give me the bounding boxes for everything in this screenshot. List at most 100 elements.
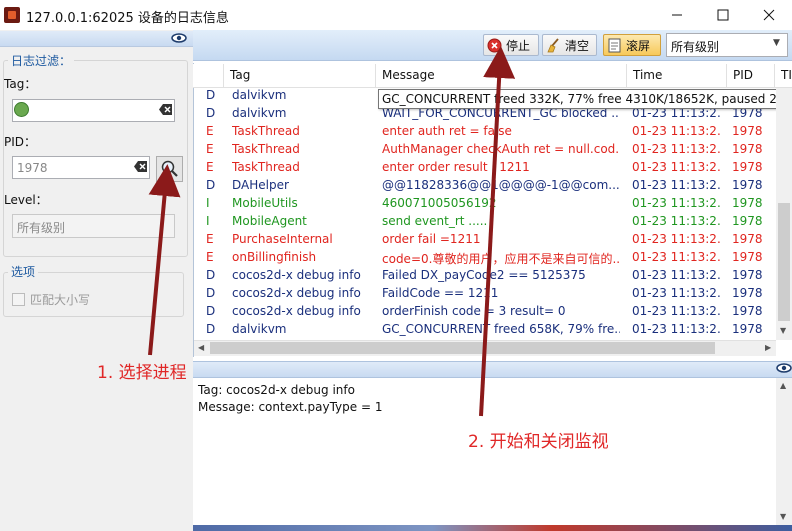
row-time: 01-23 11:13:2... — [632, 250, 720, 264]
table-row[interactable]: Ddalvikvm GC_CONCURRENT freed 658K, 79% f… — [195, 321, 775, 339]
scroll-down-icon[interactable]: ▼ — [780, 326, 786, 335]
column-header-message[interactable]: Message — [375, 64, 626, 88]
row-tag: cocos2d-x debug info — [232, 304, 361, 318]
column-header-ti[interactable]: TI — [774, 64, 792, 88]
row-message: orderFinish code = 3 result= 0 — [382, 304, 566, 318]
row-time: 01-23 11:13:2... — [632, 214, 720, 228]
row-pid: 1978 — [732, 142, 763, 156]
row-pid: 1978 — [732, 232, 763, 246]
minimize-button[interactable] — [654, 0, 700, 30]
row-tag: DAHelper — [232, 178, 289, 192]
row-time: 01-23 11:13:2... — [632, 160, 720, 174]
row-message: FaildCode == 1211 — [382, 286, 499, 300]
table-row[interactable]: D DAHelper @@11828336@@1@@@@-1@@com.... 01-… — [195, 177, 775, 195]
select-process-button[interactable] — [156, 156, 183, 182]
row-message: AuthManager checkAuth ret = null.cod... — [382, 142, 620, 156]
level-combo[interactable]: 所有级别 — [666, 33, 788, 57]
row-tag: TaskThread — [232, 124, 300, 138]
row-pid: 1978 — [732, 322, 763, 336]
row-message: code=0.尊敬的用户，应用不是来自可信的... — [382, 252, 620, 266]
level-label: Level： — [4, 193, 48, 207]
maximize-button[interactable] — [700, 0, 746, 30]
match-case-label: 匹配大小写 — [30, 293, 91, 307]
stop-icon — [487, 38, 502, 52]
row-tag: TaskThread — [232, 160, 300, 174]
row-pid: 1978 — [732, 214, 763, 228]
row-level: I — [206, 214, 210, 228]
table-row[interactable]: Dcocos2d-x debug info orderFinish code = … — [195, 303, 775, 321]
row-level: D — [206, 88, 216, 102]
clear-button[interactable]: 清空 — [542, 34, 597, 56]
column-header-tag[interactable]: Tag — [223, 64, 375, 88]
clear-pid-icon[interactable] — [133, 159, 148, 174]
row-time: 01-23 11:13:2... — [632, 196, 720, 210]
table-row[interactable]: Dcocos2d-x debug info Failed DX_payCode2 … — [195, 267, 775, 285]
scroll-left-icon[interactable]: ◀ — [198, 343, 204, 352]
chevron-down-icon[interactable]: ▼ — [773, 38, 780, 48]
row-message: order fail =1211 — [382, 232, 481, 246]
row-level: D — [206, 178, 216, 192]
row-message: Failed DX_payCode2 == 5125375 — [382, 268, 586, 282]
options-title: 选项 — [8, 263, 39, 280]
annotation-start-stop-monitor: 2. 开始和关闭监视 — [468, 432, 609, 452]
toggle-detail-icon[interactable] — [776, 362, 792, 377]
horizontal-scroll-thumb[interactable] — [210, 342, 715, 354]
row-level: E — [206, 250, 214, 264]
tag-label: Tag： — [4, 77, 37, 91]
level-select[interactable]: 所有级别 — [12, 214, 175, 238]
row-tag: cocos2d-x debug info — [232, 268, 361, 282]
scroll-right-icon[interactable]: ▶ — [765, 343, 771, 352]
magnifier-icon — [161, 160, 178, 177]
broom-icon — [547, 37, 559, 52]
pid-input[interactable]: 1978 — [12, 156, 150, 179]
row-level: E — [206, 124, 214, 138]
match-case-checkbox[interactable] — [12, 293, 25, 306]
row-tag: dalvikvm — [232, 322, 287, 336]
table-row[interactable]: Dcocos2d-x debug info FaildCode == 1211 01… — [195, 285, 775, 303]
row-pid: 1978 — [732, 160, 763, 174]
clear-tag-icon[interactable] — [158, 102, 173, 117]
table-row[interactable]: E TaskThread enter auth ret = false 01-23 1… — [195, 123, 775, 141]
table-row[interactable]: E PurchaseInternal order fail =1211 01-23 1… — [195, 231, 775, 249]
row-time: 01-23 11:13:2... — [632, 286, 720, 300]
row-tag: onBillingfinish — [232, 250, 317, 264]
pid-label: PID： — [4, 135, 37, 149]
close-button[interactable] — [746, 0, 792, 30]
table-row[interactable]: E TaskThread enter order result : 1211 01-2… — [195, 159, 775, 177]
row-pid: 1978 — [732, 304, 763, 318]
add-tag-icon[interactable] — [14, 102, 29, 117]
row-message: 460071005056192 — [382, 196, 497, 210]
column-header-time[interactable]: Time — [626, 64, 726, 88]
detail-message-line: Message: context.payType = 1 — [198, 400, 383, 414]
vertical-scroll-thumb[interactable] — [778, 203, 790, 321]
row-message: @@11828336@@1@@@@-1@@com.... — [382, 178, 620, 192]
row-level: D — [206, 322, 216, 336]
table-row[interactable]: I MobileAgent send event_rt ..... 01-23 11:… — [195, 213, 775, 231]
auto-scroll-button[interactable]: 滚屏 — [603, 34, 661, 56]
row-tag: TaskThread — [232, 142, 300, 156]
toggle-visibility-icon[interactable] — [171, 32, 187, 47]
tag-input[interactable] — [12, 99, 175, 122]
detail-scroll-down-icon[interactable]: ▼ — [780, 512, 786, 521]
message-tooltip: GC_CONCURRENT freed 332K, 77% free 4310K… — [378, 89, 792, 109]
row-message: send event_rt ..... — [382, 214, 488, 228]
table-row[interactable]: I MobileUtils 460071005056192 01-23 11:13:2… — [195, 195, 775, 213]
filter-panel-header — [0, 31, 193, 47]
row-level: D — [206, 304, 216, 318]
row-time: 01-23 11:13:2... — [632, 178, 720, 192]
row-tag: dalvikvm — [232, 106, 287, 120]
row-tag: MobileAgent — [232, 214, 307, 228]
detail-scroll-up-icon[interactable]: ▲ — [780, 381, 786, 390]
row-level: I — [206, 196, 210, 210]
row-pid: 1978 — [732, 178, 763, 192]
detail-vertical-scrollbar[interactable] — [776, 378, 792, 525]
row-message: enter order result : 1211 — [382, 160, 530, 174]
maximize-icon — [717, 9, 729, 21]
table-row[interactable]: EonBillingfinish code=0.尊敬的用户，应用不是来自可信的..… — [195, 249, 775, 267]
column-header-pid[interactable]: PID — [726, 64, 774, 88]
row-pid: 1978 — [732, 124, 763, 138]
table-row[interactable]: E TaskThread AuthManager checkAuth ret = n… — [195, 141, 775, 159]
stop-button[interactable]: 停止 — [483, 34, 539, 56]
row-level: E — [206, 142, 214, 156]
row-time: 01-23 11:13:2... — [632, 232, 720, 246]
